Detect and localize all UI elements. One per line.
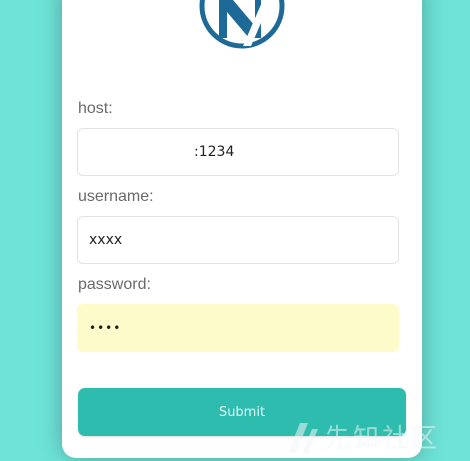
username-value: xxxx (89, 232, 123, 248)
watermark-text: 先知社区 (324, 424, 441, 454)
nps-logo-icon (199, 0, 285, 52)
password-input[interactable]: •••• (77, 304, 399, 352)
host-value: :1234 (194, 144, 235, 160)
xianzhi-logo-icon (288, 422, 318, 453)
host-input[interactable]: :1234 (77, 128, 399, 176)
host-label: host: (78, 100, 113, 117)
password-mask: •••• (89, 321, 122, 335)
password-label: password: (78, 276, 151, 293)
username-input[interactable]: xxxx (77, 216, 399, 264)
watermark: 先知社区 (286, 418, 440, 455)
username-label: username: (78, 188, 154, 205)
